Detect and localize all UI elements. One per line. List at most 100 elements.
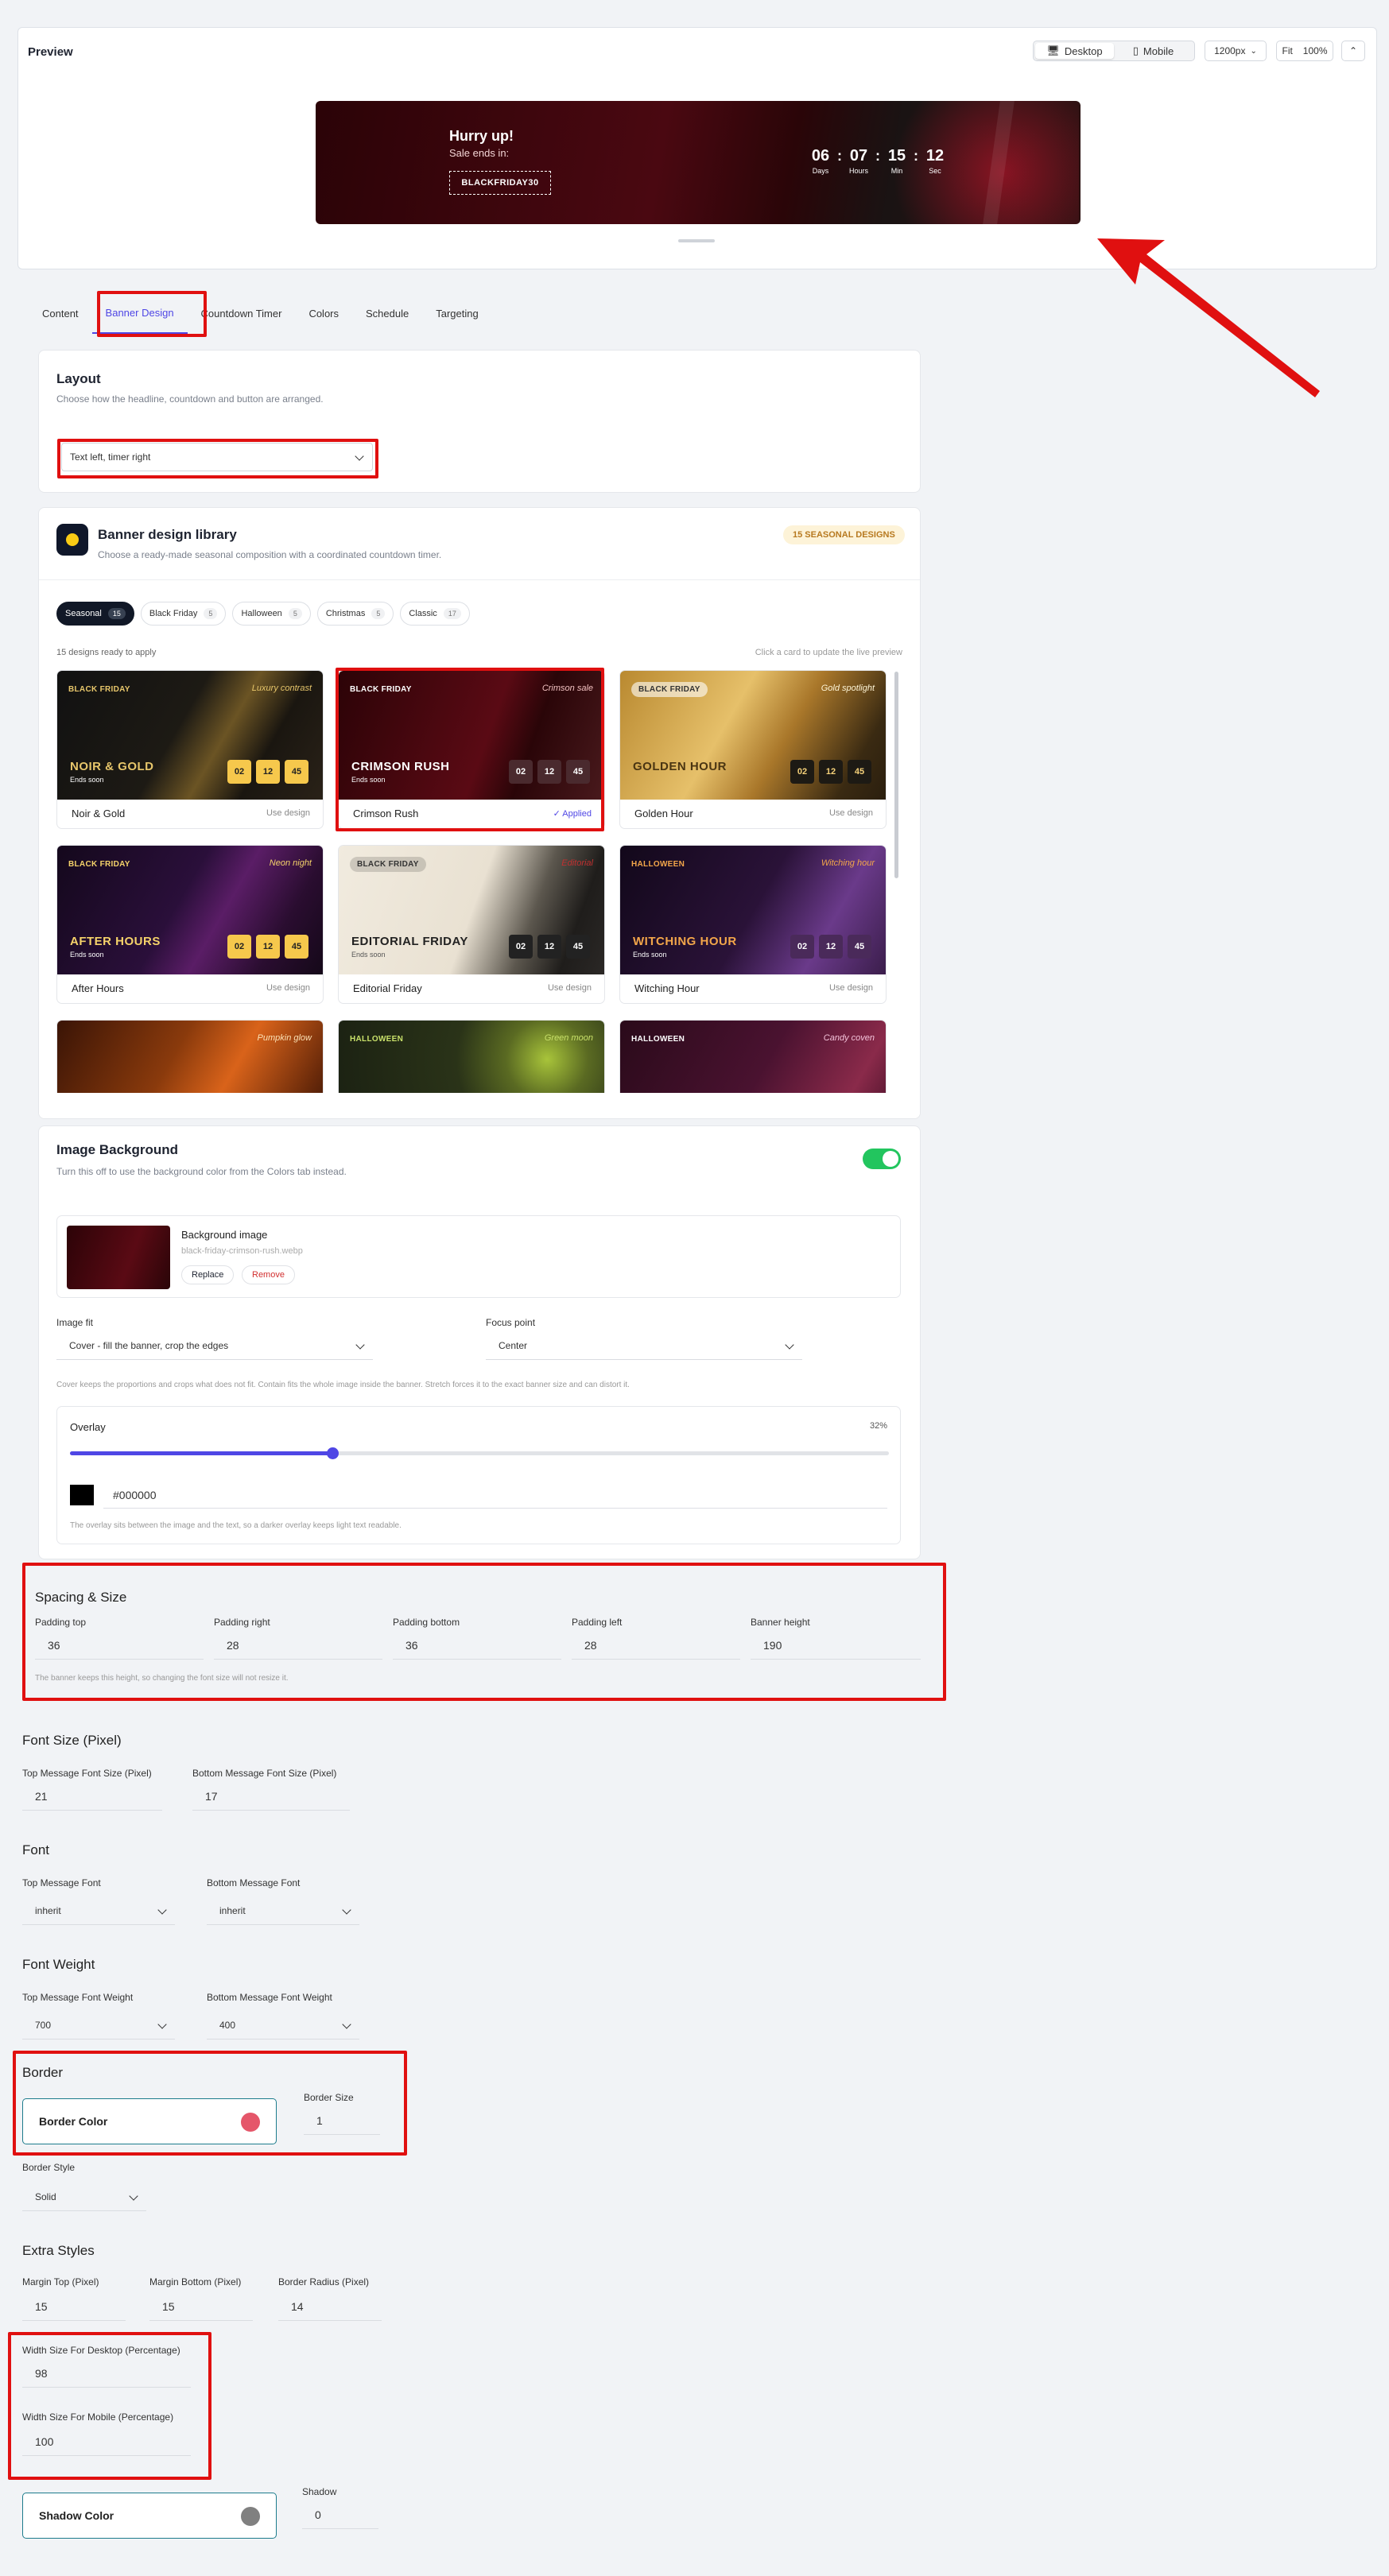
tab-targeting[interactable]: Targeting (422, 292, 491, 334)
spacing-title: Spacing & Size (35, 1590, 127, 1605)
card-name: Editorial Friday (353, 982, 422, 994)
use-design-button[interactable]: Use design (548, 983, 592, 993)
width-mobile-label: Width Size For Mobile (Percentage) (22, 2411, 174, 2423)
layout-select[interactable]: Text left, timer right (61, 443, 373, 471)
overlay-color-swatch[interactable] (70, 1485, 94, 1505)
margin-bottom-label: Margin Bottom (Pixel) (149, 2276, 242, 2287)
border-style-label: Border Style (22, 2162, 76, 2173)
border-color-picker[interactable]: Border Color (22, 2098, 277, 2144)
width-desktop-input[interactable]: 98 (22, 2359, 191, 2388)
use-design-button[interactable]: Use design (829, 983, 873, 993)
image-file-name: black-friday-crimson-rush.webp (181, 1246, 303, 1256)
card-countdown: 02 12 45 (509, 760, 590, 784)
padding-top-input[interactable]: 36 (35, 1631, 204, 1660)
margin-top-input[interactable]: 15 (22, 2292, 126, 2321)
filter-christmas[interactable]: Christmas 5 (316, 602, 394, 626)
image-bg-toggle[interactable] (863, 1149, 901, 1169)
library-footer (39, 1093, 920, 1118)
border-size-input[interactable]: 1 (304, 2106, 380, 2135)
card-corner: Crimson sale (541, 684, 593, 693)
chevron-down-icon (785, 1340, 794, 1350)
use-design-button[interactable]: Use design (266, 983, 310, 993)
library-scrollbar[interactable] (894, 672, 898, 878)
tab-content[interactable]: Content (29, 292, 92, 334)
shadow-color-picker[interactable]: Shadow Color (22, 2493, 277, 2539)
overlay-slider[interactable] (70, 1447, 889, 1459)
tab-countdown-timer[interactable]: Countdown Timer (188, 292, 296, 334)
card-ends: Ends soon (70, 776, 104, 784)
remove-button[interactable]: Remove (242, 1265, 295, 1284)
design-card[interactable]: BLACK FRIDAY Neon night AFTER HOURS Ends… (56, 845, 324, 1004)
overlay-value: 32% (869, 1421, 887, 1431)
bottom-font-size-input[interactable]: 17 (192, 1782, 350, 1811)
width-select[interactable]: 1200px ⌄ (1205, 41, 1267, 61)
shadow-color-swatch[interactable] (241, 2507, 260, 2526)
focus-point-label: Focus point (486, 1317, 536, 1328)
margin-bottom-input[interactable]: 15 (149, 2292, 253, 2321)
overlay-color-input[interactable]: #000000 (103, 1482, 887, 1509)
design-card[interactable]: BLACK FRIDAY Luxury contrast NOIR & GOLD… (56, 670, 324, 829)
resize-handle[interactable] (678, 239, 715, 242)
image-file-label: Background image (181, 1229, 268, 1241)
fit-button[interactable]: Fit (1282, 45, 1292, 56)
divider (39, 579, 920, 580)
preview-title: Preview (28, 45, 73, 59)
border-radius-input[interactable]: 14 (278, 2292, 382, 2321)
margin-top-label: Margin Top (Pixel) (22, 2276, 99, 2287)
banner-code[interactable]: BLACKFRIDAY30 (449, 171, 551, 195)
image-file-card: Background image black-friday-crimson-ru… (56, 1215, 901, 1298)
card-ends: Ends soon (633, 951, 667, 959)
device-mobile[interactable]: ▯ Mobile (1114, 43, 1193, 59)
device-toggle[interactable]: 🖥 Desktop ▯ Mobile (1033, 41, 1195, 61)
timer-sep: : (837, 148, 842, 164)
top-font-select[interactable]: inherit (22, 1896, 175, 1925)
width-mobile-input[interactable]: 100 (22, 2427, 191, 2456)
top-font-size-input[interactable]: 21 (22, 1782, 162, 1811)
top-font-label: Top Message Font (22, 1877, 101, 1888)
design-card[interactable]: BLACK FRIDAY Editorial EDITORIAL FRIDAY … (338, 845, 605, 1004)
card-name: Witching Hour (634, 982, 700, 994)
phone-icon: ▯ (1132, 45, 1139, 56)
filter-classic[interactable]: Classic 17 (400, 602, 470, 626)
filter-halloween[interactable]: Halloween 5 (232, 602, 311, 626)
chevron-down-icon (342, 1905, 351, 1915)
spacing-help: The banner keeps this height, so changin… (35, 1674, 289, 1683)
bottom-font-select[interactable]: inherit (207, 1896, 359, 1925)
replace-button[interactable]: Replace (181, 1265, 235, 1284)
shadow-label: Shadow (302, 2486, 337, 2497)
timer-sep: : (914, 148, 918, 164)
design-card-applied[interactable]: BLACK FRIDAY Crimson sale CRIMSON RUSH E… (338, 670, 605, 829)
top-weight-select[interactable]: 700 (22, 2011, 175, 2039)
chevron-down-icon (342, 2020, 351, 2029)
border-style-select[interactable]: Solid (22, 2183, 146, 2211)
design-card[interactable]: BLACK FRIDAY Gold spotlight GOLDEN HOUR … (619, 670, 887, 829)
border-color-swatch[interactable] (241, 2113, 260, 2132)
filter-black-friday[interactable]: Black Friday 5 (140, 602, 227, 626)
zoom-level[interactable]: 100% (1303, 45, 1328, 56)
card-corner: Witching hour (821, 858, 875, 868)
tab-banner-design[interactable]: Banner Design (91, 292, 188, 334)
card-corner: Gold spotlight (821, 684, 875, 693)
library-title: Banner design library (98, 527, 237, 542)
filter-seasonal[interactable]: Seasonal 15 (56, 602, 134, 626)
padding-right-input[interactable]: 28 (214, 1631, 382, 1660)
card-countdown: 02 12 45 (227, 760, 308, 784)
use-design-button[interactable]: Use design (266, 808, 310, 818)
padding-bottom-input[interactable]: 36 (393, 1631, 561, 1660)
bottom-weight-select[interactable]: 400 (207, 2011, 359, 2039)
device-desktop[interactable]: 🖥 Desktop (1035, 43, 1114, 59)
tab-bar: Content Banner Design Countdown Timer Co… (29, 292, 492, 334)
tab-colors[interactable]: Colors (295, 292, 352, 334)
use-design-button[interactable]: Use design (829, 808, 873, 818)
banner-height-input[interactable]: 190 (751, 1631, 921, 1660)
applied-badge: ✓ Applied (553, 809, 592, 819)
card-big: NOIR & GOLD (70, 760, 154, 773)
padding-left-input[interactable]: 28 (572, 1631, 740, 1660)
overlay-help: The overlay sits between the image and t… (70, 1521, 402, 1530)
focus-point-select[interactable]: Center (486, 1331, 802, 1360)
shadow-input[interactable]: 0 (302, 2500, 378, 2529)
image-fit-select[interactable]: Cover - fill the banner, crop the edges (56, 1331, 373, 1360)
design-card[interactable]: HALLOWEEN Witching hour WITCHING HOUR En… (619, 845, 887, 1004)
tab-schedule[interactable]: Schedule (352, 292, 422, 334)
collapse-button[interactable]: ⌃ (1341, 41, 1365, 61)
